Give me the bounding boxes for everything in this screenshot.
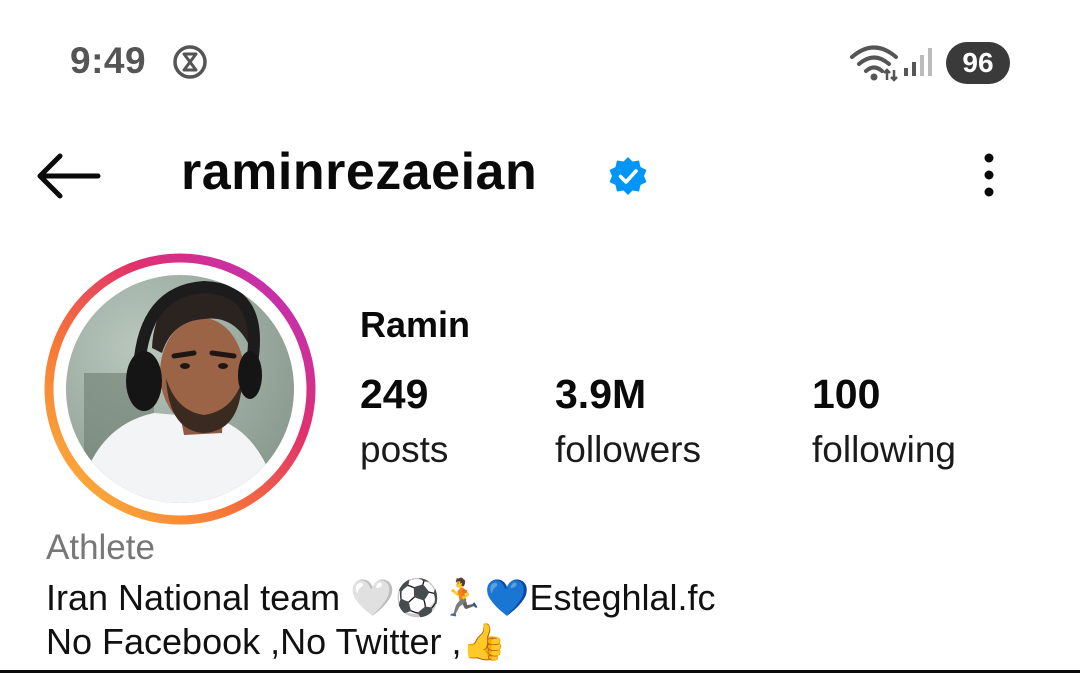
battery-indicator: 96 bbox=[946, 42, 1010, 84]
verified-badge-icon bbox=[609, 157, 647, 195]
profile-category: Athlete bbox=[46, 528, 155, 567]
status-time: 9:49 bbox=[70, 40, 147, 81]
profile-display-name: Ramin bbox=[360, 304, 471, 345]
profile-avatar[interactable] bbox=[44, 253, 316, 525]
bio-line: No Facebook ,No Twitter ,👍 bbox=[46, 621, 507, 662]
followers-label: followers bbox=[555, 429, 701, 470]
profile-page: 9:49 96 raminrezaeian Ramin 249 posts 3.… bbox=[0, 0, 1080, 673]
profile-username: raminrezaeian bbox=[181, 143, 538, 201]
alarm-icon bbox=[173, 45, 207, 79]
followers-count: 3.9M bbox=[555, 371, 647, 417]
more-vertical-icon[interactable] bbox=[975, 150, 1003, 200]
posts-stat[interactable]: 249 posts bbox=[360, 371, 449, 470]
following-label: following bbox=[812, 429, 956, 470]
wifi-icon bbox=[850, 45, 898, 82]
following-stat[interactable]: 100 following bbox=[812, 371, 956, 470]
arrow-left-icon[interactable] bbox=[34, 150, 102, 202]
posts-label: posts bbox=[360, 429, 449, 470]
following-count: 100 bbox=[812, 371, 881, 417]
followers-stat[interactable]: 3.9M followers bbox=[555, 371, 701, 470]
posts-count: 249 bbox=[360, 371, 429, 417]
bio-line: Iran National team 🤍⚽🏃💙Esteghlal.fc bbox=[46, 577, 716, 618]
signal-icon bbox=[904, 48, 932, 76]
